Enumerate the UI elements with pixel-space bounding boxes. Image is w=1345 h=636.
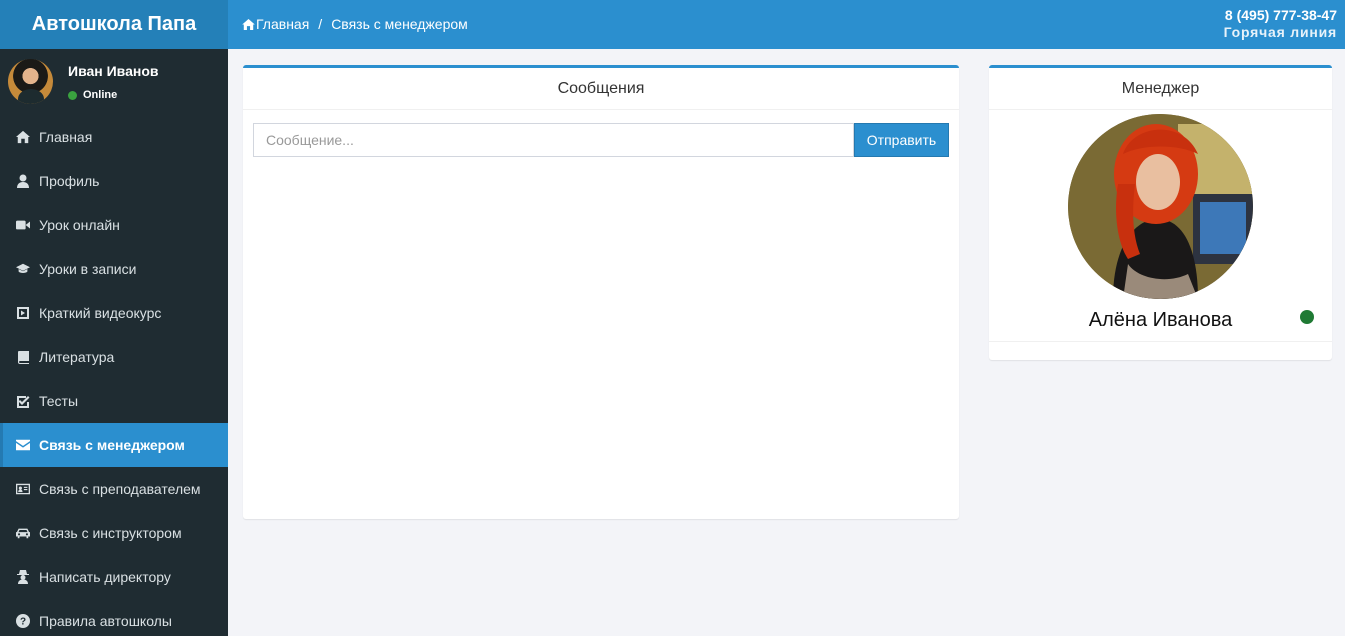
manager-name: Алёна Иванова — [1088, 309, 1233, 331]
sidebar-item-label: Тесты — [39, 393, 79, 409]
user-icon — [16, 174, 30, 188]
check-square-icon — [16, 394, 30, 408]
book-icon — [16, 350, 30, 364]
sidebar-item-tests[interactable]: Тесты — [0, 379, 228, 423]
user-name: Иван Иванов — [68, 63, 159, 79]
breadcrumb-home[interactable]: Главная — [256, 16, 309, 32]
breadcrumb-current: Связь с менеджером — [331, 16, 468, 32]
manager-photo — [1068, 114, 1253, 299]
home-icon — [16, 130, 30, 144]
sidebar-item-label: Уроки в записи — [39, 261, 137, 277]
id-card-icon — [16, 482, 30, 496]
home-icon — [242, 18, 255, 30]
sidebar-item-label: Главная — [39, 129, 93, 145]
message-input[interactable] — [253, 123, 854, 157]
sidebar-item-write-director[interactable]: Написать директору — [0, 555, 228, 599]
sidebar-item-label: Литература — [39, 349, 115, 365]
sidebar-item-recorded-lessons[interactable]: Уроки в записи — [0, 247, 228, 291]
messages-title: Сообщения — [243, 68, 959, 110]
brand-logo[interactable]: Автошкола Папа — [0, 0, 228, 49]
user-panel: Иван Иванов Online — [0, 49, 228, 115]
sidebar-item-online-lesson[interactable]: Урок онлайн — [0, 203, 228, 247]
sidebar-item-contact-instructor[interactable]: Связь с инструктором — [0, 511, 228, 555]
hotline-phone[interactable]: 8 (495) 777-38-47 — [1224, 7, 1337, 24]
sidebar-item-label: Краткий видеокурс — [39, 305, 162, 321]
sidebar-item-home[interactable]: Главная — [0, 115, 228, 159]
graduation-cap-icon — [16, 262, 30, 276]
user-avatar — [8, 59, 53, 104]
sidebar-menu: Главная Профиль Урок онлайн Уроки в запи… — [0, 115, 228, 636]
user-secret-icon — [16, 570, 30, 584]
manager-panel: Менеджер Алёна Иванова — [989, 65, 1332, 360]
sidebar-item-contact-manager[interactable]: Связь с менеджером — [0, 423, 228, 467]
question-circle-icon: ? — [16, 614, 30, 628]
sidebar-item-label: Связь с менеджером — [39, 437, 185, 453]
manager-divider — [989, 341, 1332, 342]
manager-online-indicator-icon — [1300, 310, 1314, 324]
sidebar-item-contact-teacher[interactable]: Связь с преподавателем — [0, 467, 228, 511]
sidebar-item-label: Написать директору — [39, 569, 171, 585]
manager-title: Менеджер — [989, 68, 1332, 110]
envelope-icon — [16, 438, 30, 452]
hotline: 8 (495) 777-38-47 Горячая линия — [1224, 7, 1337, 41]
sidebar-item-label: Урок онлайн — [39, 217, 120, 233]
breadcrumb-separator: / — [318, 16, 323, 32]
top-bar: Главная / Связь с менеджером 8 (495) 777… — [228, 0, 1345, 49]
sidebar-item-literature[interactable]: Литература — [0, 335, 228, 379]
sidebar: Иван Иванов Online Главная Профиль Урок … — [0, 49, 228, 636]
sidebar-item-video-course[interactable]: Краткий видеокурс — [0, 291, 228, 335]
sidebar-item-school-rules[interactable]: ? Правила автошколы — [0, 599, 228, 636]
sidebar-item-label: Правила автошколы — [39, 613, 172, 629]
play-square-icon — [16, 306, 30, 320]
svg-text:?: ? — [20, 617, 26, 628]
sidebar-item-label: Связь с инструктором — [39, 525, 182, 541]
hotline-label: Горячая линия — [1223, 24, 1337, 40]
message-form: Отправить — [253, 123, 949, 157]
online-indicator-icon — [68, 90, 77, 100]
user-status: Online — [68, 89, 117, 101]
video-camera-icon — [16, 218, 30, 232]
car-icon — [16, 526, 30, 540]
sidebar-item-profile[interactable]: Профиль — [0, 159, 228, 203]
send-button[interactable]: Отправить — [854, 123, 949, 157]
messages-panel: Сообщения Отправить — [243, 65, 959, 519]
sidebar-item-label: Связь с преподавателем — [39, 481, 201, 497]
breadcrumb: Главная / Связь с менеджером — [242, 16, 468, 32]
sidebar-item-label: Профиль — [39, 173, 100, 189]
user-status-text: Online — [83, 89, 118, 101]
